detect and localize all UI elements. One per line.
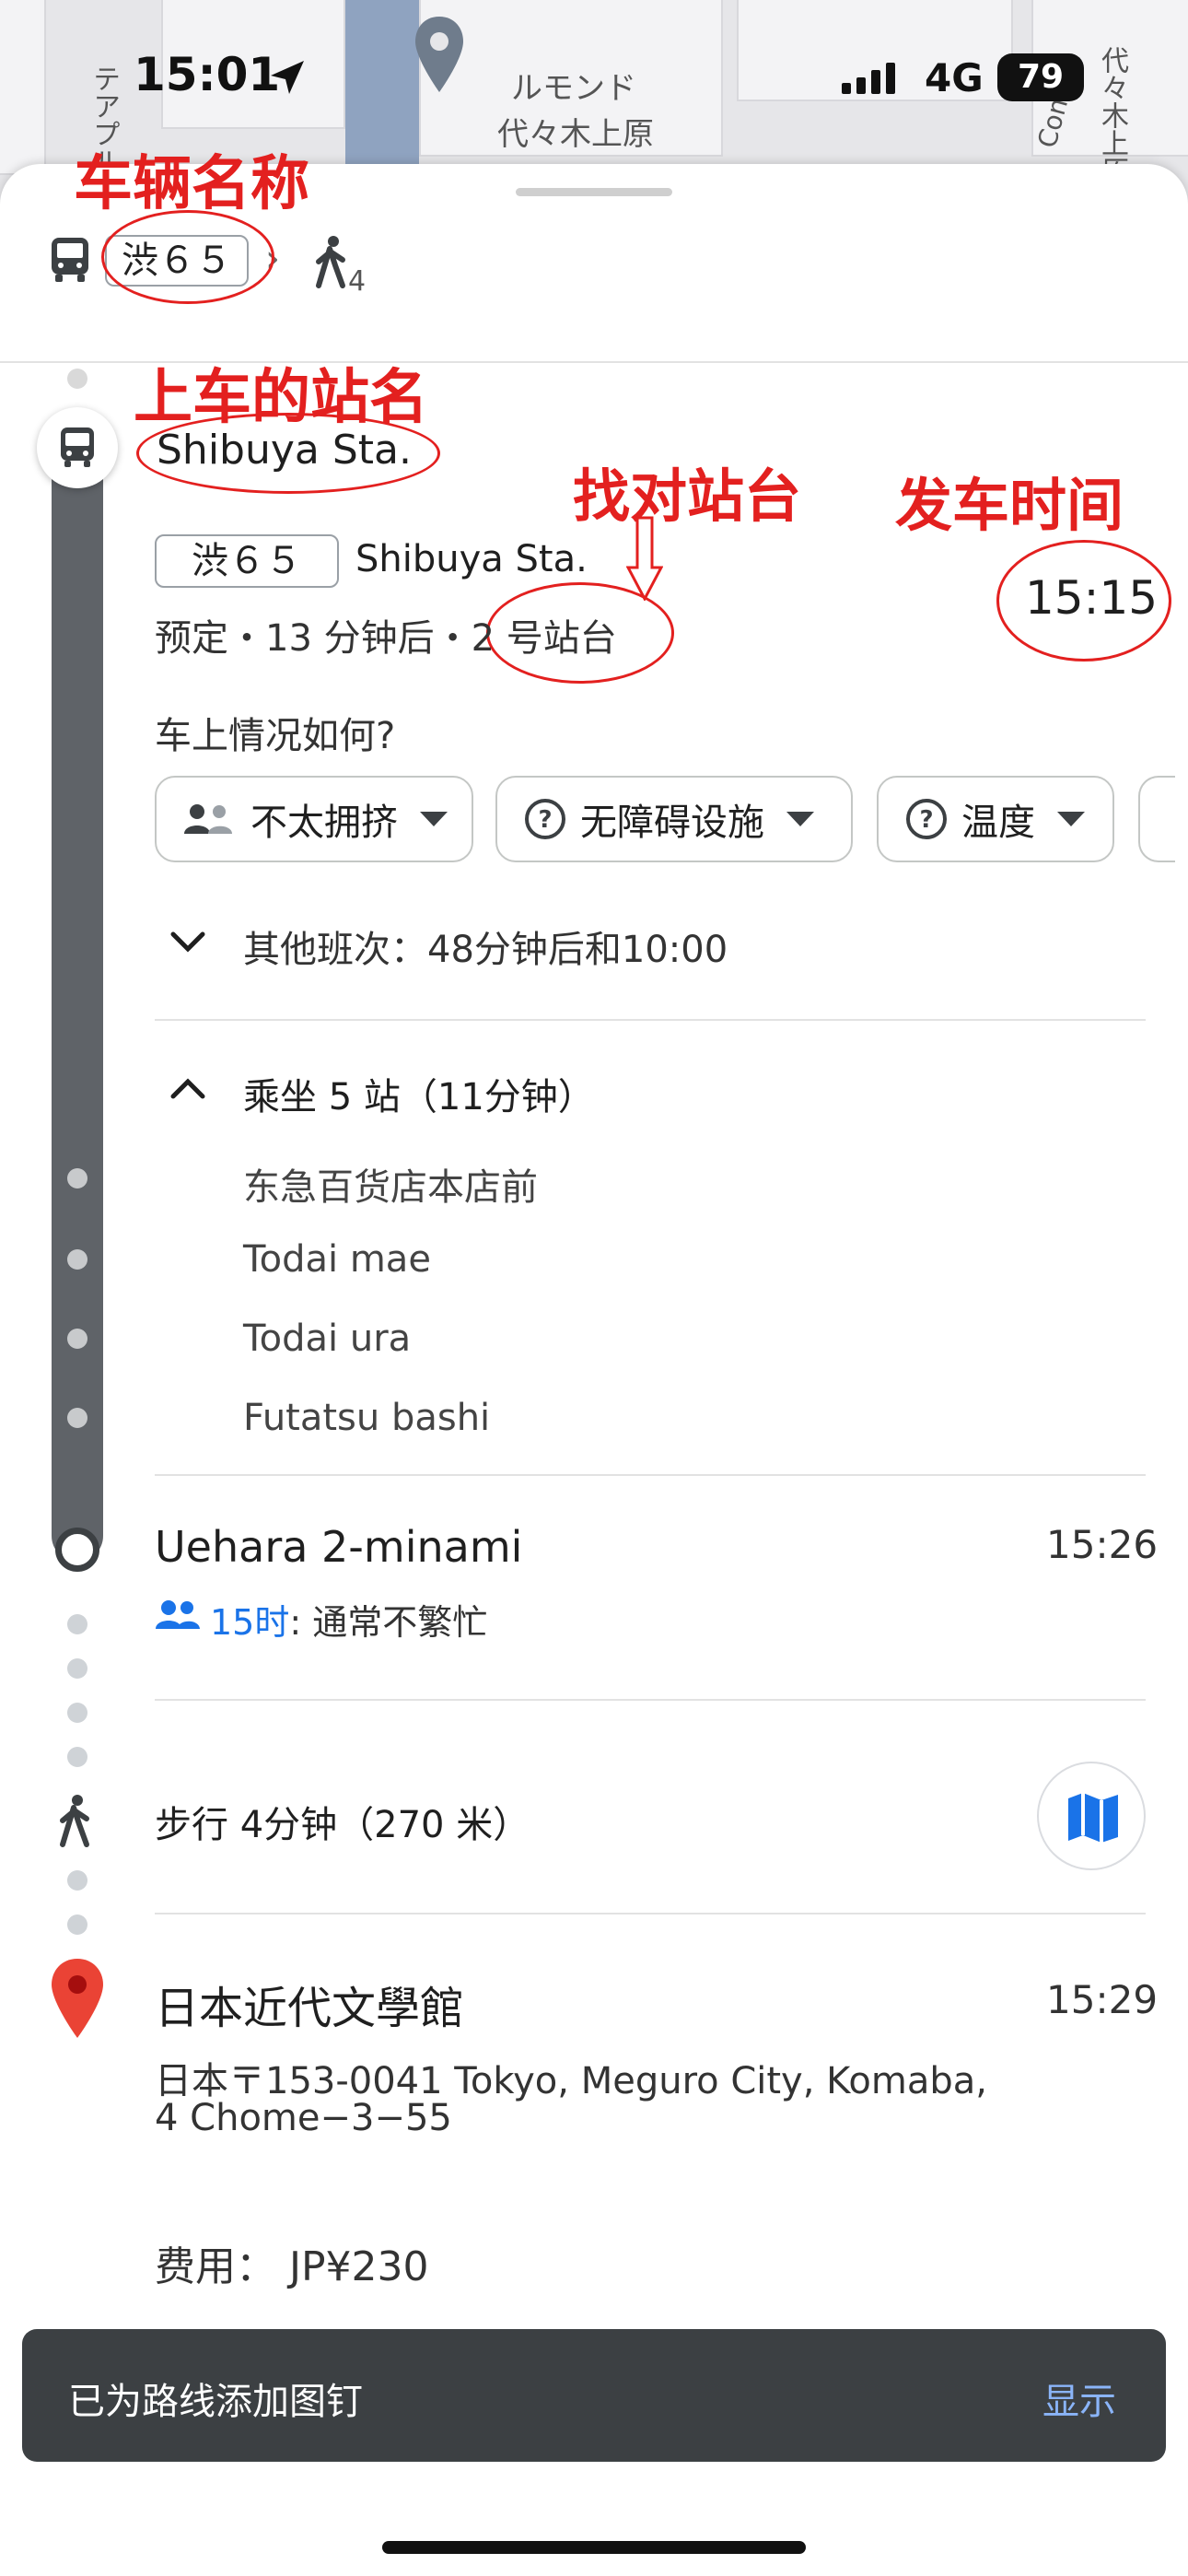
map-view-button[interactable]	[1037, 1762, 1146, 1870]
arrival-time: 15:26	[1046, 1522, 1159, 1567]
intermediate-stop: Todai ura	[243, 1317, 412, 1360]
walk-dot	[67, 1703, 87, 1723]
destination-address-line2: 4 Chome−3−55	[155, 2097, 452, 2139]
walk-dot	[67, 1658, 87, 1679]
map-pin-icon	[415, 17, 463, 92]
status-time: 15:01	[134, 48, 281, 101]
stop-dot	[67, 1249, 87, 1270]
destination-name[interactable]: 日本近代文學館	[155, 1972, 464, 2036]
fare: 费用： JP¥230	[155, 2243, 429, 2290]
bus-icon	[52, 238, 88, 282]
boarding-stop-name[interactable]: Shibuya Sta.	[157, 427, 412, 474]
stop-dot	[67, 1329, 87, 1349]
people-icon	[184, 804, 232, 834]
stop-dot	[67, 1408, 87, 1428]
route-dot	[67, 369, 87, 389]
crowd-info: 15时: 通常不繁忙	[210, 1594, 487, 1645]
intermediate-stop: Futatsu bashi	[243, 1397, 491, 1439]
other-trips[interactable]: 其他班次：48分钟后和10:00	[243, 919, 728, 973]
map-label: ルモンド	[511, 70, 636, 107]
accessibility-dropdown[interactable]: ? 无障碍设施	[495, 776, 853, 862]
stop-dot	[67, 1168, 87, 1188]
temperature-dropdown[interactable]: ? 温度	[877, 776, 1114, 862]
destination-pin-icon	[52, 1959, 103, 2038]
cellular-signal-icon	[842, 63, 895, 94]
schedule-info: 预定・13 分钟后・2 号站台	[155, 617, 617, 660]
walking-icon	[60, 1795, 89, 1847]
annotation-platform: 找对站台	[573, 463, 802, 530]
section-divider	[155, 1019, 1146, 1021]
destination-arrival-time: 15:29	[1046, 1977, 1159, 2022]
snackbar-message: 已为路线添加图钉	[68, 2381, 363, 2423]
accessibility-label: 无障碍设施	[580, 802, 764, 844]
battery-indicator: 79	[997, 53, 1084, 101]
map-label: 代々木上原	[497, 116, 654, 153]
walk-count: 4	[348, 265, 367, 298]
chevron-up-icon[interactable]	[169, 1076, 206, 1102]
crowd-hour: 15时	[210, 1602, 290, 1643]
section-divider	[155, 1913, 1146, 1914]
more-chip-partial[interactable]	[1138, 776, 1175, 862]
sheet-grabber[interactable]	[516, 188, 672, 196]
departure-time: 15:15	[1025, 571, 1159, 625]
home-indicator[interactable]	[382, 2541, 806, 2554]
route-chip[interactable]: 渋６５	[155, 534, 339, 588]
crowd-status: : 通常不繁忙	[289, 1602, 488, 1643]
network-type: 4G	[925, 55, 984, 100]
location-arrow-icon	[271, 61, 304, 94]
section-divider	[155, 1699, 1146, 1701]
question-circle-icon: ?	[906, 799, 947, 839]
map-icon	[1068, 1793, 1118, 1843]
crowding-label: 不太拥挤	[250, 802, 398, 844]
dropdown-arrow-icon	[420, 812, 448, 826]
route-line	[52, 419, 103, 1562]
walking-icon	[316, 236, 345, 288]
walk-dot	[67, 1614, 87, 1634]
map-road	[345, 0, 419, 175]
annotation-departure-time: 发车时间	[895, 472, 1124, 539]
alight-stop-name[interactable]: Uehara 2-minami	[155, 1522, 522, 1572]
intermediate-stop: 东急百货店本店前	[243, 1166, 538, 1209]
feedback-question: 车上情况如何?	[155, 715, 396, 757]
walk-dot	[67, 1914, 87, 1935]
ride-summary[interactable]: 乘坐 5 站（11分钟）	[243, 1067, 595, 1120]
section-divider	[155, 1474, 1146, 1476]
dropdown-arrow-icon	[786, 812, 814, 826]
bus-icon	[61, 427, 94, 467]
temperature-label: 温度	[961, 802, 1035, 844]
route-destination: Shibuya Sta.	[355, 538, 588, 580]
snackbar-action-button[interactable]: 显示	[1042, 2371, 1116, 2425]
crowding-dropdown[interactable]: 不太拥挤	[155, 776, 473, 862]
question-circle-icon: ?	[525, 799, 565, 839]
people-icon	[156, 1600, 200, 1629]
alight-stop-marker	[55, 1528, 99, 1572]
annotation-ellipse	[101, 210, 274, 304]
dropdown-arrow-icon	[1057, 812, 1085, 826]
walk-dot	[67, 1870, 87, 1891]
svg-text:?: ?	[538, 806, 552, 834]
annotation-vehicle-name: 车辆名称	[74, 150, 309, 218]
walk-step[interactable]: 步行 4分钟（270 米）	[155, 1795, 530, 1848]
svg-text:?: ?	[919, 806, 933, 834]
map-block	[0, 0, 46, 175]
chevron-down-icon[interactable]	[169, 929, 206, 954]
intermediate-stop: Todai mae	[243, 1238, 431, 1281]
annotation-arrow	[626, 516, 663, 601]
walk-dot	[67, 1747, 87, 1767]
